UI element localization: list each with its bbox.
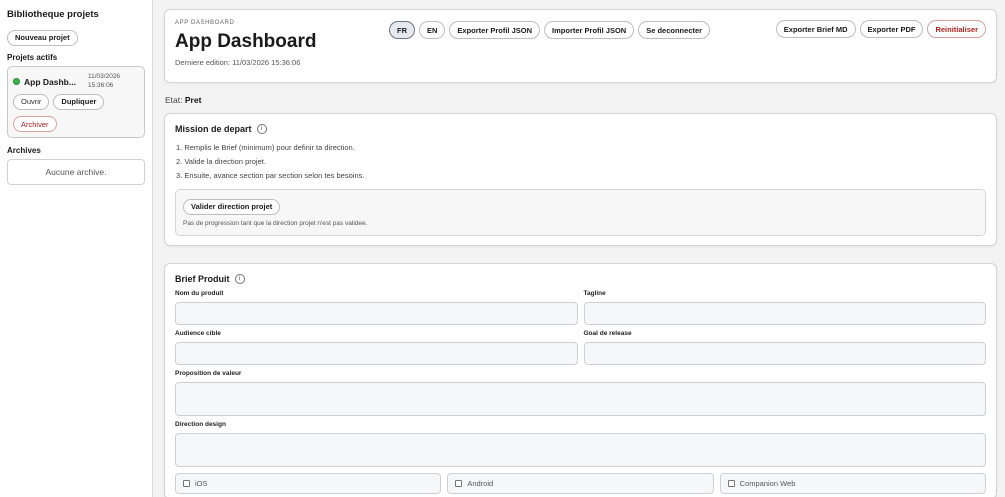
logout-button[interactable]: Se deconnecter (638, 21, 711, 39)
mission-step: 2. Valide la direction projet. (176, 157, 266, 166)
platform-ios-option[interactable]: iOS (175, 473, 442, 494)
archives-empty-state: Aucune archive. (7, 159, 145, 185)
state-value: Pret (184, 95, 202, 105)
checkbox-icon[interactable] (183, 480, 190, 487)
platform-label: Companion Web (739, 479, 796, 488)
last-edit-text: Derniere edition: 11/03/2026 15:36:06 (175, 58, 301, 67)
checkbox-icon[interactable] (727, 480, 735, 487)
lang-fr-button[interactable]: FR (389, 21, 415, 39)
header-actions-right: Exporter Brief MD Exporter PDF Reinitial… (775, 20, 986, 38)
project-name: App Dashb... (24, 76, 76, 87)
audience-label: Audience cible (175, 330, 221, 337)
mission-title: Mission de depart (175, 124, 252, 134)
open-project-button[interactable]: Ouvrir (13, 93, 50, 110)
tagline-input[interactable] (583, 302, 986, 325)
info-icon[interactable]: i (256, 124, 267, 134)
product-name-label: Nom du produit (175, 290, 224, 297)
export-brief-md-button[interactable]: Exporter Brief MD (775, 20, 856, 38)
info-icon[interactable]: i (234, 274, 245, 284)
audience-input[interactable] (175, 342, 578, 365)
design-direction-textarea[interactable] (175, 433, 986, 467)
mission-step: 3. Ensuite, avance section par section s… (176, 171, 365, 180)
value-prop-label: Proposition de valeur (175, 370, 242, 377)
lang-en-button[interactable]: EN (419, 21, 446, 39)
brief-title: Brief Produit (175, 274, 230, 284)
tagline-label: Tagline (583, 290, 606, 297)
release-goal-input[interactable] (583, 342, 986, 365)
sidebar: Bibliotheque projets Nouveau projet Proj… (0, 0, 153, 497)
platform-options: iOS Android Companion Web (175, 473, 986, 494)
value-prop-textarea[interactable] (175, 382, 986, 416)
mission-card: Mission de depart i 1. Remplis le Brief … (164, 113, 997, 246)
design-direction-label: Direction design (175, 421, 226, 428)
platform-android-option[interactable]: Android (447, 473, 714, 494)
validate-direction-button[interactable]: Valider direction projet (183, 198, 281, 215)
sidebar-title: Bibliotheque projets (7, 9, 99, 20)
header-actions-center: FR EN Exporter Profil JSON Importer Prof… (389, 21, 711, 39)
release-goal-label: Goal de release (583, 330, 632, 337)
export-profile-json-button[interactable]: Exporter Profil JSON (449, 21, 541, 39)
archives-heading: Archives (7, 146, 41, 155)
platform-companion-web-option[interactable]: Companion Web (719, 473, 986, 494)
brief-card: Brief Produit i Nom du produit Tagline A… (164, 263, 997, 497)
project-card[interactable]: App Dashb... 11/03/2026 15:36:06 Ouvrir … (7, 65, 145, 138)
new-project-button[interactable]: Nouveau projet (7, 29, 78, 46)
progress-note: Pas de progression tant que la direction… (183, 219, 368, 227)
state-line: Etat: Pret (165, 95, 997, 105)
product-name-input[interactable] (175, 302, 578, 325)
project-date: 11/03/2026 15:36:06 (88, 72, 120, 90)
mission-steps: 1. Remplis le Brief (minimum) pour defin… (175, 141, 986, 183)
platform-label: iOS (195, 479, 208, 488)
main-content: APP DASHBOARD App Dashboard Derniere edi… (164, 9, 997, 497)
status-dot-icon (13, 77, 20, 85)
validation-panel: Valider direction projet Pas de progress… (175, 189, 986, 236)
duplicate-project-button[interactable]: Dupliquer (53, 93, 105, 110)
project-date-day: 11/03/2026 (88, 72, 121, 80)
platform-label: Android (467, 479, 494, 488)
export-pdf-button[interactable]: Exporter PDF (859, 20, 924, 38)
import-profile-json-button[interactable]: Importer Profil JSON (544, 21, 635, 39)
project-date-time: 15:36:06 (88, 81, 114, 89)
active-projects-heading: Projets actifs (7, 52, 58, 62)
checkbox-icon[interactable] (455, 480, 463, 487)
archive-project-button[interactable]: Archiver (13, 116, 57, 132)
reset-button[interactable]: Reinitialiser (927, 20, 986, 38)
mission-step: 1. Remplis le Brief (minimum) pour defin… (176, 143, 355, 152)
state-label: Etat: (165, 95, 183, 105)
header-card: APP DASHBOARD App Dashboard Derniere edi… (164, 9, 997, 83)
